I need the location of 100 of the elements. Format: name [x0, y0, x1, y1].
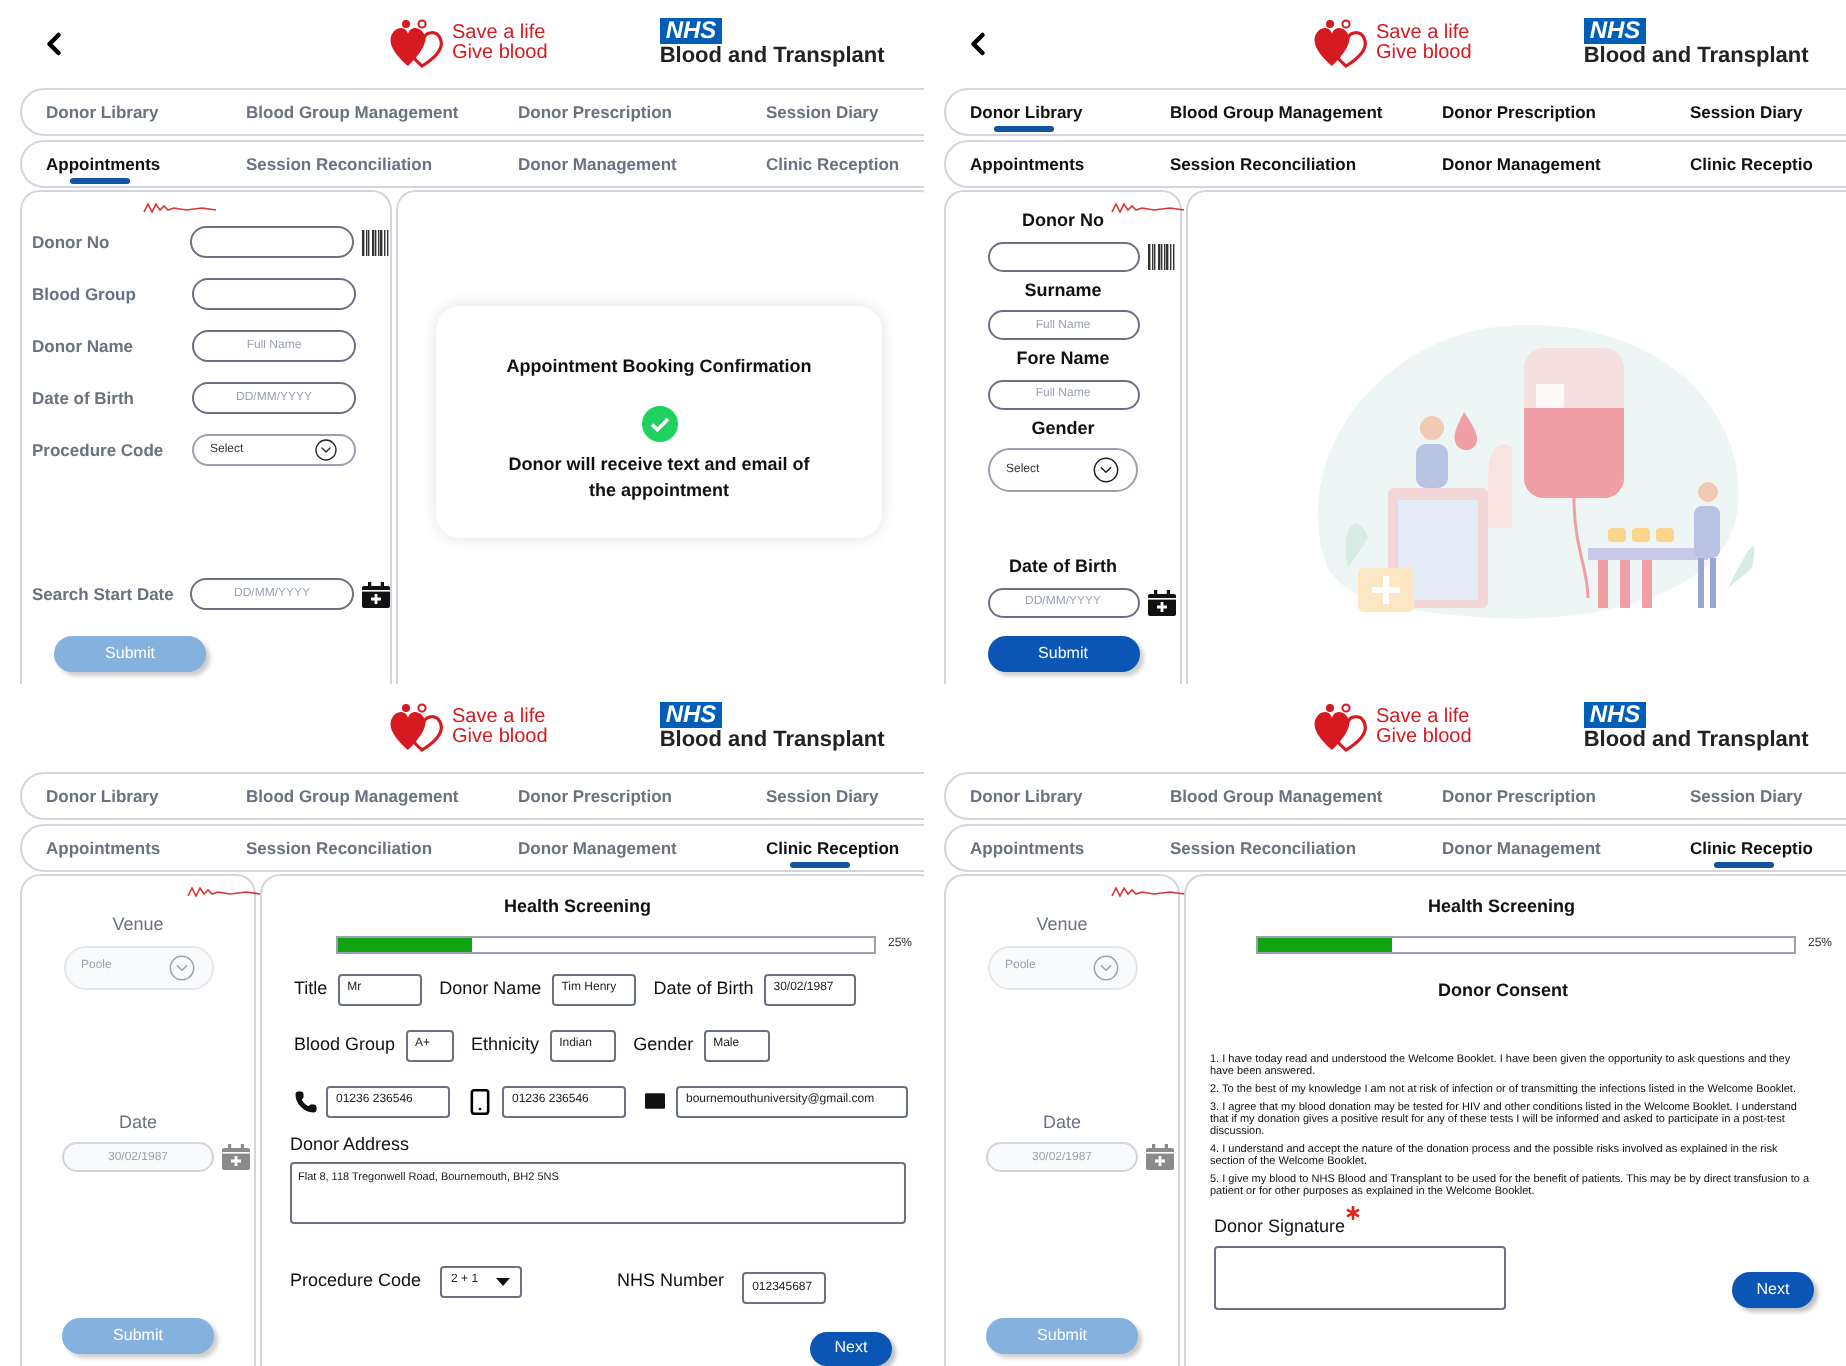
tab[interactable]: Donor Library [46, 774, 159, 818]
slogan-text: Save a life [452, 708, 546, 728]
check-icon [641, 405, 677, 441]
tab[interactable]: Donor Management [518, 826, 677, 870]
field-label: Donor No [1022, 208, 1106, 234]
slogan-text: Save a life [1376, 24, 1470, 44]
hearts-logo-icon [388, 18, 448, 70]
organisation-name: Blood and Transplant [659, 728, 885, 754]
next-button[interactable]: Next [1732, 1271, 1814, 1307]
field-label: Venue [112, 912, 164, 938]
field-label: Gender [1031, 415, 1095, 441]
tab[interactable]: Session Reconciliation [1170, 142, 1357, 186]
calendar-icon[interactable] [362, 581, 390, 607]
hearts-logo-icon [1312, 18, 1372, 70]
barcode-icon[interactable] [362, 229, 390, 255]
tab[interactable]: Session Reconciliation [246, 142, 433, 186]
organisation-name: Blood and Transplant [659, 44, 885, 70]
tab[interactable]: Session Diary [766, 774, 879, 818]
field-label: Date of Birth [653, 975, 754, 1002]
tab[interactable]: Donor Management [518, 142, 677, 186]
field-label: Donor Signature [1214, 1214, 1346, 1240]
confirmation-title: Appointment Booking Confirmation [506, 354, 812, 380]
scribble-mark [1110, 200, 1186, 216]
tab[interactable]: Appointments [46, 142, 161, 186]
field-label: Procedure Code [32, 437, 166, 463]
input-field[interactable] [987, 241, 1139, 271]
field-label: Date [118, 1109, 159, 1135]
submit-button[interactable]: Submit [987, 636, 1139, 672]
tab[interactable]: Donor Library [970, 90, 1083, 134]
input-field[interactable] [190, 226, 354, 258]
tab[interactable]: Blood Group Management [246, 774, 459, 818]
tab[interactable]: Clinic Receptio [1690, 142, 1813, 186]
hearts-logo-icon [388, 702, 448, 754]
field-label: Procedure Code [290, 1268, 422, 1295]
field-label: Fore Name [1016, 346, 1110, 372]
hearts-logo-icon [1312, 702, 1372, 754]
tab[interactable]: Donor Management [1442, 142, 1601, 186]
slogan-text: Save a life [1376, 708, 1470, 728]
mobile-phone-icon [466, 1087, 494, 1115]
nhs-badge: NHS [1583, 702, 1647, 728]
field-label: Date of Birth [32, 385, 136, 411]
tab[interactable]: Donor Library [46, 90, 159, 134]
field-label: Surname [1024, 277, 1102, 303]
scribble-mark [186, 884, 262, 900]
tab[interactable]: Appointments [46, 826, 161, 870]
tab[interactable]: Donor Library [970, 774, 1083, 818]
slogan-text: Save a life [452, 24, 546, 44]
confirmation-message: Donor will receive text and email of the appointment [506, 451, 812, 503]
field-label: Ethnicity [471, 1031, 540, 1058]
tab[interactable]: Session Diary [766, 90, 879, 134]
phone-icon [294, 1089, 318, 1113]
chevron-down-icon [167, 953, 195, 981]
tab[interactable]: Clinic Reception [766, 142, 900, 186]
nhs-badge: NHS [659, 18, 723, 44]
input-field[interactable] [192, 278, 356, 310]
tab[interactable]: Clinic Receptio [1690, 826, 1813, 870]
organisation-name: Blood and Transplant [1583, 728, 1809, 754]
nhs-badge: NHS [659, 702, 723, 728]
organisation-name: Blood and Transplant [1583, 44, 1809, 70]
tab[interactable]: Donor Prescription [518, 774, 672, 818]
chevron-down-icon [314, 438, 338, 462]
tab[interactable]: Appointments [970, 826, 1085, 870]
field-label: Donor Name [439, 975, 542, 1002]
barcode-icon[interactable] [1147, 243, 1175, 269]
slogan-text: Give blood [452, 728, 548, 748]
tab[interactable]: Appointments [970, 142, 1085, 186]
field-label: Donor Name [32, 333, 136, 359]
tab[interactable]: Donor Management [1442, 826, 1601, 870]
tab[interactable]: Blood Group Management [1170, 90, 1383, 134]
scribble-mark [142, 200, 218, 216]
field-label: NHS Number [617, 1268, 725, 1295]
chevron-down-icon [1091, 953, 1119, 981]
tab[interactable]: Session Reconciliation [1170, 826, 1357, 870]
section-title: Health Screening [504, 894, 654, 920]
scribble-mark [1110, 884, 1186, 900]
tab[interactable]: Donor Prescription [1442, 90, 1596, 134]
tab[interactable]: Donor Prescription [518, 90, 672, 134]
slogan-text: Give blood [1376, 44, 1472, 64]
slogan-text: Give blood [452, 44, 548, 64]
field-label: Donor Address [290, 1131, 412, 1157]
next-button[interactable]: Next [810, 1331, 892, 1366]
tab[interactable]: Clinic Reception [766, 826, 900, 870]
tab[interactable]: Blood Group Management [246, 90, 459, 134]
field-label: Title [294, 975, 328, 1002]
tab[interactable]: Session Reconciliation [246, 826, 433, 870]
field-label: Donor No [32, 229, 112, 255]
section-title: Health Screening [1428, 894, 1578, 920]
signature-field[interactable] [1214, 1245, 1506, 1309]
chevron-down-icon [1092, 456, 1120, 484]
field-label: Blood Group [32, 281, 138, 307]
tab[interactable]: Session Diary [1690, 90, 1803, 134]
tab[interactable]: Session Diary [1690, 774, 1803, 818]
section-subtitle: Donor Consent [1438, 977, 1570, 1003]
nhs-badge: NHS [1583, 18, 1647, 44]
tab[interactable]: Blood Group Management [1170, 774, 1383, 818]
field-label: Venue [1036, 912, 1088, 938]
tab[interactable]: Donor Prescription [1442, 774, 1596, 818]
field-label: Gender [633, 1031, 694, 1058]
caret-icon [495, 1277, 510, 1286]
calendar-icon[interactable] [1147, 589, 1175, 615]
